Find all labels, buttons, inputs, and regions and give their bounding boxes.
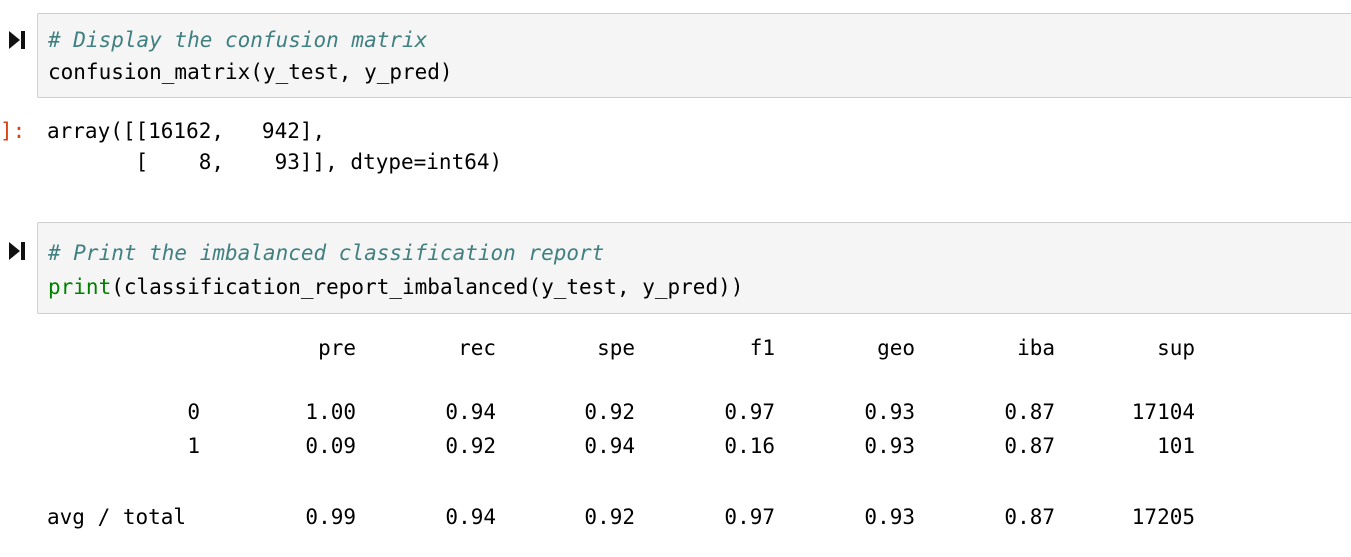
report-cell: 0.92 [445,434,496,458]
builtin-keyword: print [48,275,112,299]
report-cell: 0.16 [724,434,775,458]
code-comment: # Print the imbalanced classification re… [48,241,605,265]
report-row-label: 1 [187,434,200,458]
report-cell: 0.93 [864,434,915,458]
report-total-cell: 0.99 [305,505,356,529]
output-line: [ 8, 93]], dtype=int64) [47,150,503,174]
report-cell: 0.94 [584,434,635,458]
code-cell-input[interactable]: # Print the imbalanced classification re… [37,222,1351,314]
report-row-label: 0 [187,400,200,424]
report-cell: 0.87 [1004,400,1055,424]
report-total-cell: 17205 [1131,505,1195,529]
report-cell: 0.93 [864,400,915,424]
report-total-cell: 0.87 [1004,505,1055,529]
report-total-cell: 0.93 [864,505,915,529]
report-header-geo: geo [877,336,915,360]
report-cell: 0.87 [1004,434,1055,458]
report-cell: 17104 [1131,400,1195,424]
output-prompt: ]: [0,119,26,143]
report-header-f1: f1 [749,336,775,360]
report-total-cell: 0.94 [445,505,496,529]
code-text: (classification_report_imbalanced(y_test… [111,275,744,299]
report-cell: 0.94 [445,400,496,424]
report-total-cell: 0.92 [584,505,635,529]
report-header-sup: sup [1157,336,1195,360]
code-line: print(classification_report_imbalanced(y… [48,273,743,301]
report-header-iba: iba [1017,336,1055,360]
report-cell: 0.97 [724,400,775,424]
report-header-rec: rec [458,336,496,360]
report-cell: 0.92 [584,400,635,424]
report-header-spe: spe [597,336,635,360]
report-cell: 0.09 [305,434,356,458]
report-cell: 101 [1157,434,1195,458]
code-line: confusion_matrix(y_test, y_pred) [48,60,453,84]
output-line: array([[16162, 942], [47,119,326,143]
report-total-label: avg / total [47,505,187,529]
code-comment: # Display the confusion matrix [48,28,428,52]
report-total-cell: 0.97 [724,505,775,529]
report-cell: 1.00 [305,400,356,424]
code-cell-input[interactable]: # Display the confusion matrix confusion… [37,13,1351,98]
run-cell-icon[interactable] [6,240,28,262]
run-cell-icon[interactable] [6,29,28,51]
report-header-pre: pre [318,336,356,360]
